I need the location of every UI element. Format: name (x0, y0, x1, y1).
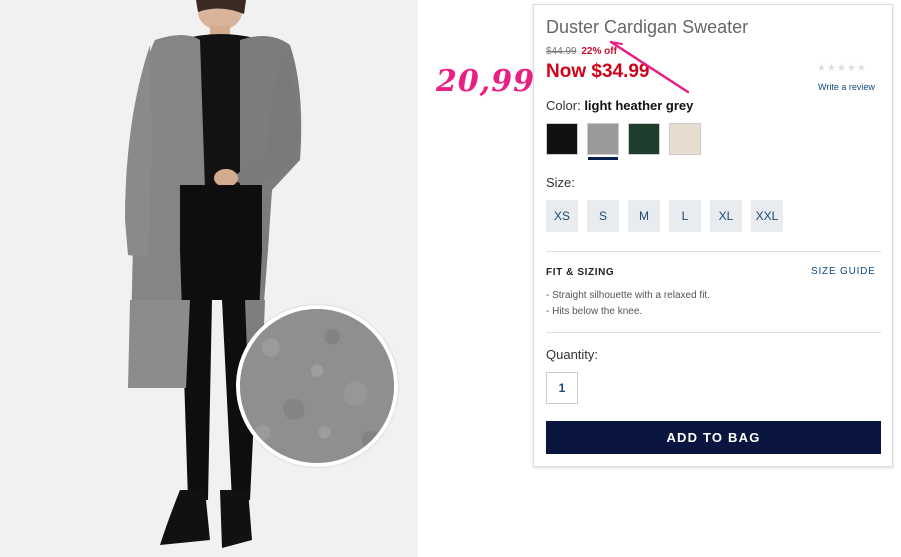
size-label: Size: (546, 175, 575, 190)
size-options: XS S M L XL XXL (546, 200, 783, 232)
fit-detail-item: - Hits below the knee. (546, 306, 643, 317)
original-price: $44.99 (546, 46, 577, 57)
size-xs-button[interactable]: XS (546, 200, 578, 232)
model-photo (0, 0, 418, 557)
price-row: $44.99 22% off (546, 46, 617, 57)
handwritten-price-note: 20,99 (436, 64, 535, 99)
product-panel: Duster Cardigan Sweater $44.99 22% off N… (533, 4, 893, 467)
swatch-black[interactable] (546, 123, 578, 155)
swatch-green[interactable] (628, 123, 660, 155)
color-label: Color: (546, 98, 581, 113)
fit-sizing-heading: FIT & SIZING (546, 267, 615, 278)
quantity-label: Quantity: (546, 347, 599, 362)
fit-details-list: - Straight silhouette with a relaxed fit… (546, 290, 710, 322)
rating-stars-icon: ★★★★★ (817, 63, 867, 74)
product-title: Duster Cardigan Sweater (546, 17, 749, 37)
size-s-button[interactable]: S (587, 200, 619, 232)
fit-detail-item: - Straight silhouette with a relaxed fit… (546, 290, 710, 301)
size-xl-button[interactable]: XL (710, 200, 742, 232)
color-swatches (546, 123, 701, 160)
swatch-oatmeal[interactable] (669, 123, 701, 155)
size-m-button[interactable]: M (628, 200, 660, 232)
selected-color-value: light heather grey (584, 98, 694, 113)
divider (546, 332, 881, 333)
current-price: Now $34.99 (546, 61, 650, 82)
write-review-link[interactable]: Write a review (818, 82, 875, 92)
discount-badge: 22% off (581, 46, 617, 57)
size-xxl-button[interactable]: XXL (751, 200, 783, 232)
fabric-zoom (236, 305, 398, 467)
product-image[interactable] (0, 0, 418, 557)
quantity-input[interactable]: 1 (546, 372, 578, 404)
size-guide-link[interactable]: SIZE GUIDE (811, 266, 876, 277)
swatch-light-heather-grey[interactable] (587, 123, 619, 160)
add-to-bag-button[interactable]: ADD TO BAG (546, 421, 881, 454)
color-label-row: Color: light heather grey (546, 98, 693, 113)
divider (546, 251, 881, 252)
size-l-button[interactable]: L (669, 200, 701, 232)
